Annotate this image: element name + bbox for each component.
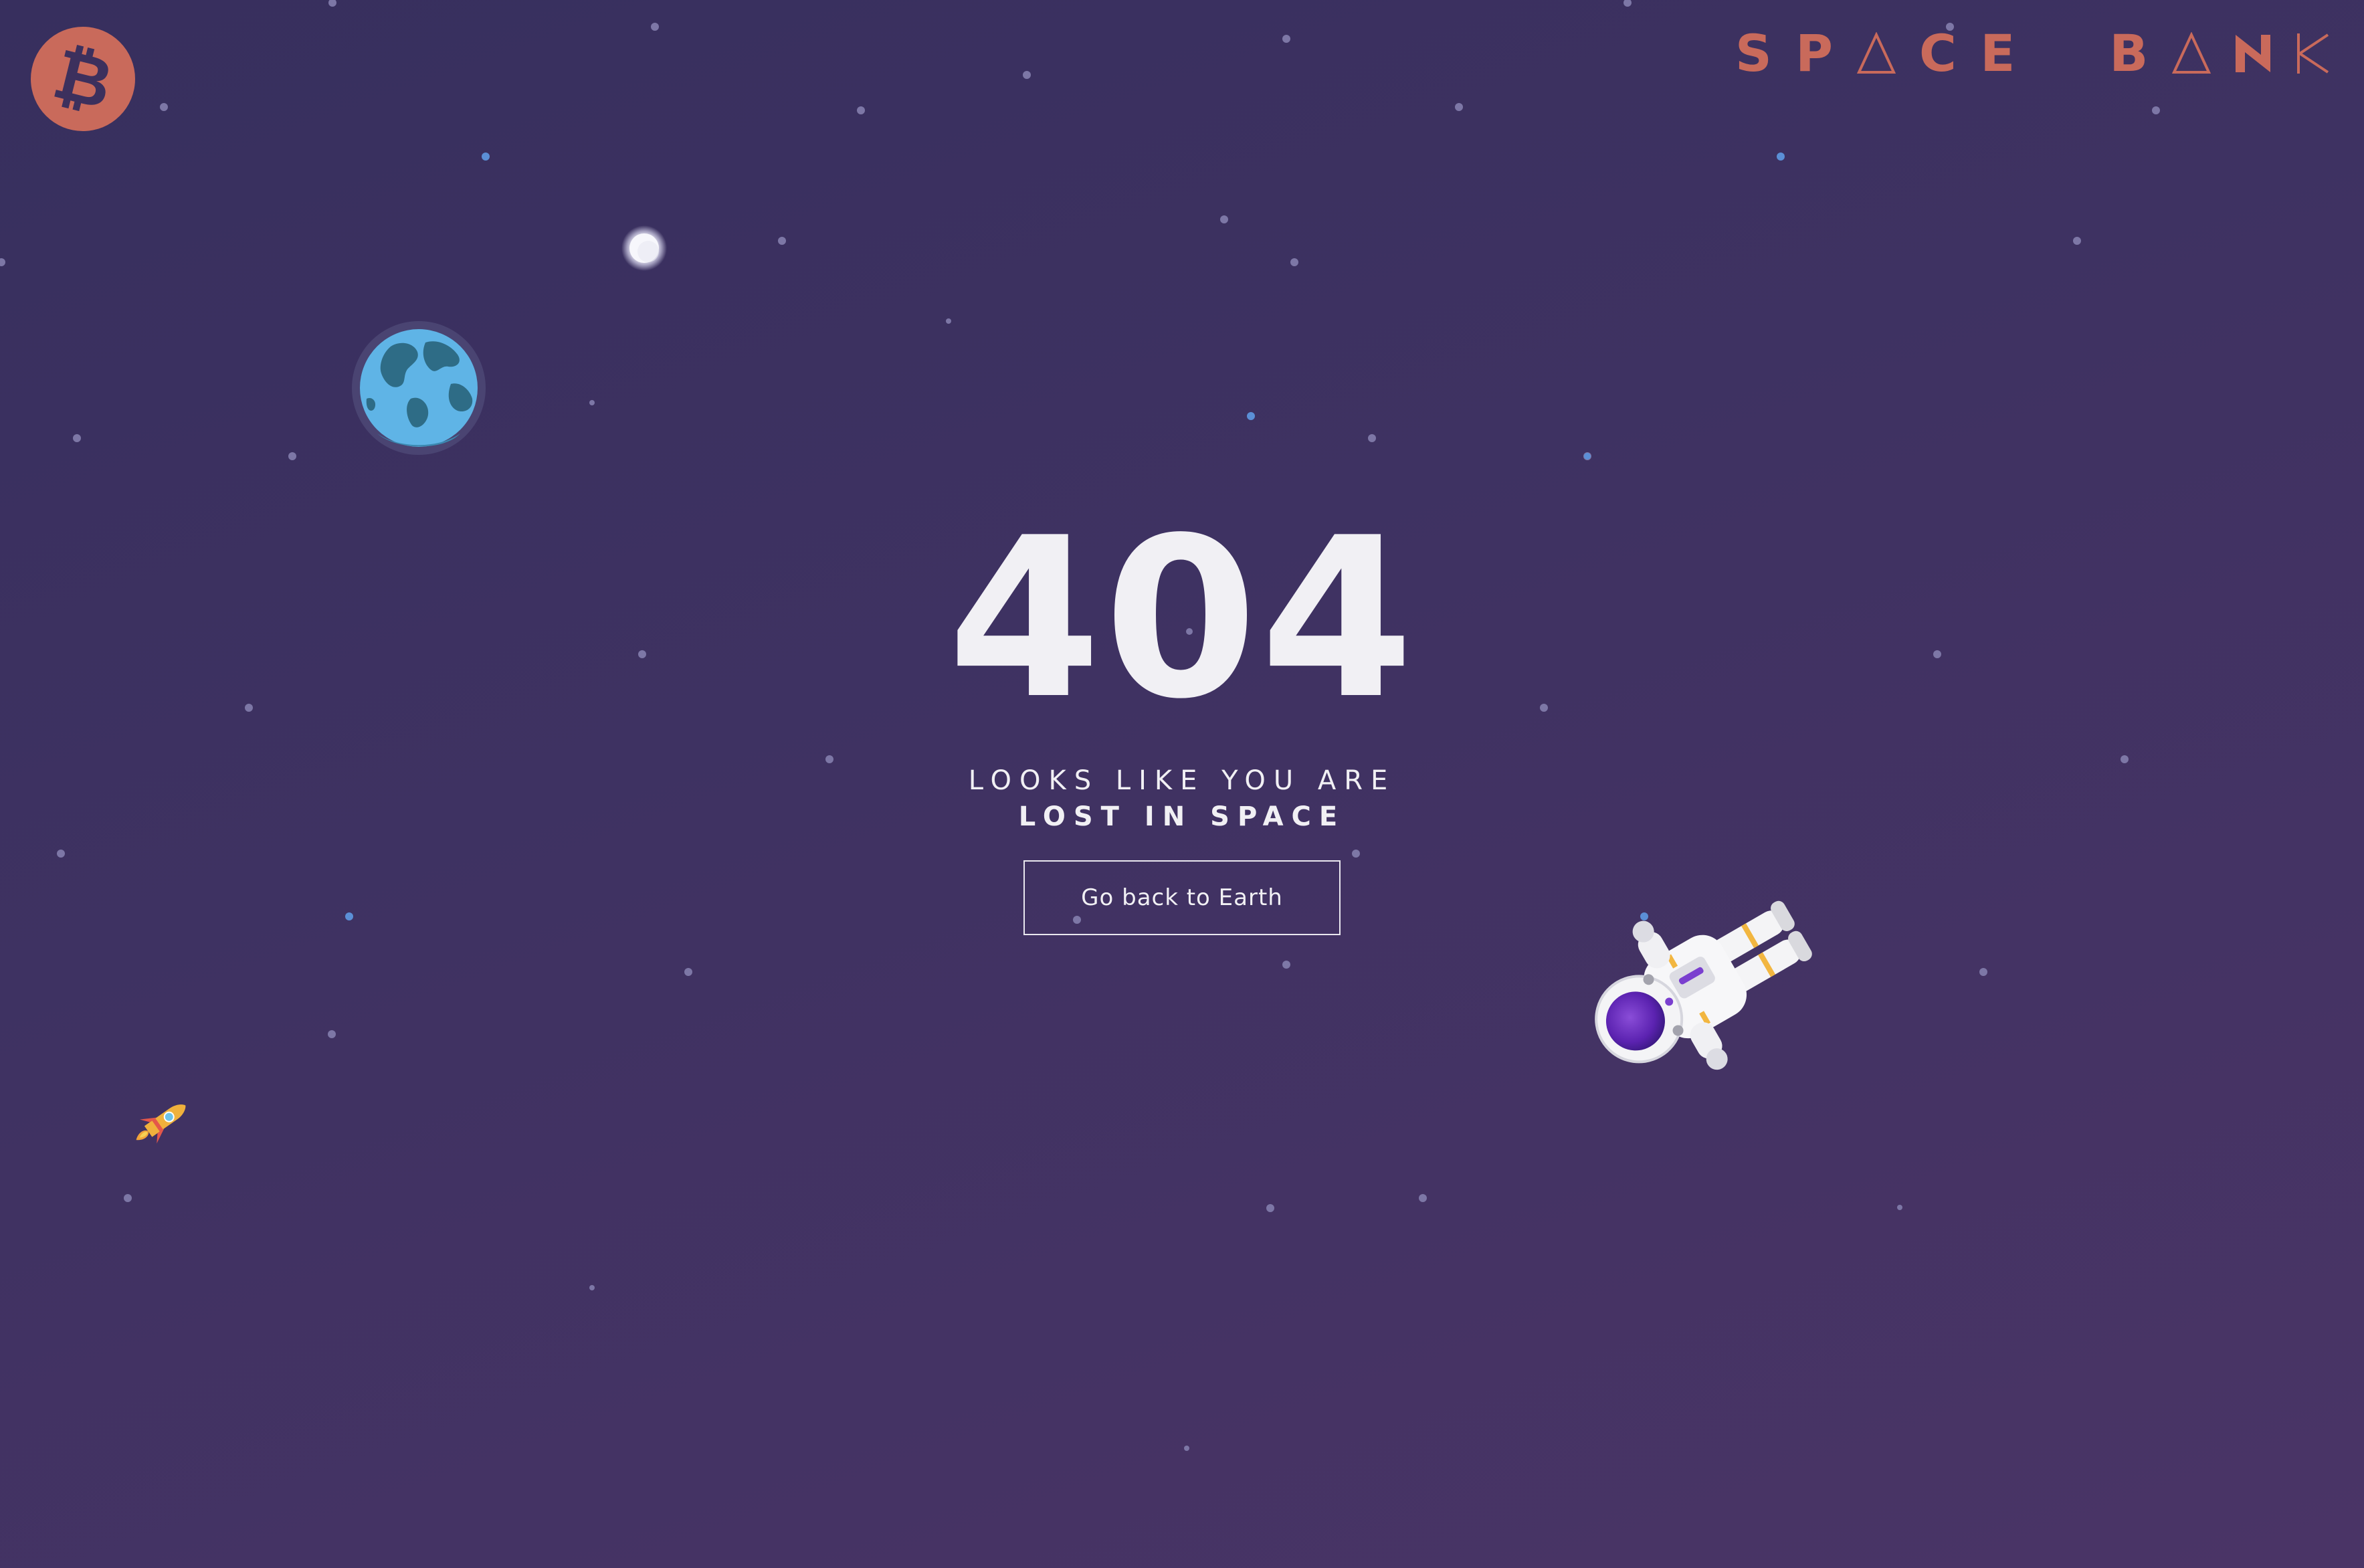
brand-letter-n [2236,35,2271,72]
bitcoin-icon: ₿ [45,32,120,126]
bitcoin-logo[interactable]: ₿ [31,27,135,131]
error-code: 404 [947,490,1417,747]
moon-icon [621,225,667,271]
error-content: 404 LOOKS LIKE YOU ARE LOST IN SPACE Go … [0,508,2364,935]
go-back-to-earth-button[interactable]: Go back to Earth [1023,860,1341,935]
earth-icon [352,321,486,455]
brand-letter: B [2109,23,2149,83]
rocket-icon [136,1104,186,1144]
brand-letter: P [1795,23,1833,83]
brand-letter: S [1735,23,1772,83]
error-message-line-2: LOST IN SPACE [1018,801,1346,832]
brand-letter-triangle [2171,32,2211,74]
brand-letter-k [2296,33,2329,74]
brand-letter: C [1919,23,1957,83]
brand-letter-triangle [1856,32,1896,74]
space-bank-wordmark[interactable]: S P C E B [1735,23,2331,83]
brand-letter: E [1980,23,2015,83]
error-message-line-1: LOOKS LIKE YOU ARE [968,765,1396,796]
